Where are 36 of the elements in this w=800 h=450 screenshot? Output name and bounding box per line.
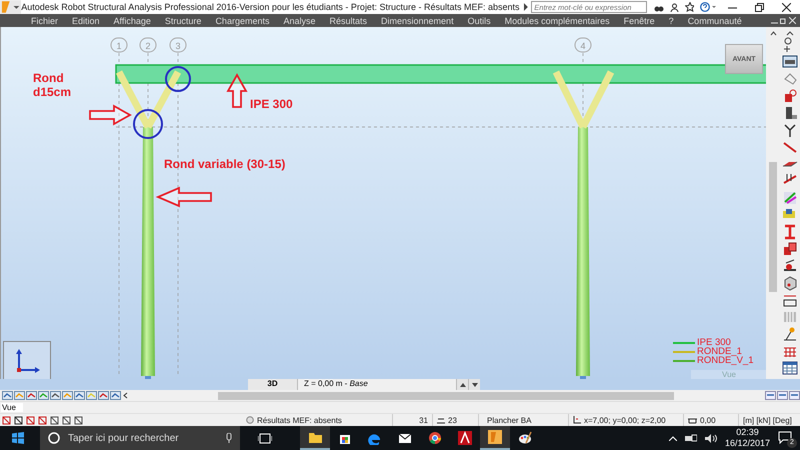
annotation-label: Rond variable (30-15) (164, 157, 286, 172)
grid-marker: 2 (140, 38, 156, 53)
menu-item[interactable]: Fichier (24, 16, 66, 26)
menu-item[interactable]: Fenêtre (616, 16, 662, 26)
clock-time[interactable]: 02:39 (736, 427, 759, 438)
window-title: Autodesk Robot Structural Analysis Professional 2016-Version pour les étudiants - Projet: Structure - Résultats MEF: absents (21, 2, 520, 12)
level-selector[interactable]: Z = 0,00 m - Base (298, 379, 456, 390)
annotation-label: Rond d15cm (33, 71, 72, 100)
menu-item[interactable]: ? (662, 16, 681, 26)
grid-marker: 3 (170, 38, 186, 53)
menu-item[interactable]: Outils (460, 16, 498, 26)
menu-item[interactable]: Dimensionnement (374, 16, 461, 26)
annotation-label: IPE 300 (250, 97, 293, 112)
menu-item[interactable]: Modules complémentaires (498, 16, 617, 26)
legend-label: IPE 300 (697, 337, 731, 348)
menu-item[interactable]: Communauté (680, 16, 749, 26)
status-message: Résultats MEF: absents (257, 416, 342, 424)
angle-readout: 0,00 (700, 416, 716, 424)
command-field[interactable]: Vue (1, 403, 23, 412)
legend-label: RONDE_1 (697, 346, 742, 358)
view-label: Vue (691, 370, 766, 380)
view-tab[interactable]: 3D (248, 379, 298, 390)
menu-item[interactable]: Chargements (208, 16, 276, 26)
clock-date[interactable]: 16/12/2017 (724, 438, 770, 449)
search-field[interactable]: Taper ici pour rechercher (68, 432, 218, 444)
status-field: 23 (448, 416, 457, 424)
taskbar-search-field[interactable]: Taper ici pour rechercher (40, 426, 240, 450)
legend-label: RONDE_V_1 (697, 355, 754, 366)
menu-item[interactable]: Affichage (106, 16, 158, 26)
grid-marker: 1 (110, 38, 128, 53)
coordinates-readout: x=7,00; y=0,00; z=2,00 (584, 416, 666, 424)
menu-item[interactable]: Structure (158, 16, 208, 26)
grid-marker: 4 (574, 38, 592, 53)
menu-item[interactable]: Analyse (276, 16, 322, 26)
menu-item[interactable]: Edition (65, 16, 107, 26)
menu-item[interactable]: Résultats (322, 16, 374, 26)
